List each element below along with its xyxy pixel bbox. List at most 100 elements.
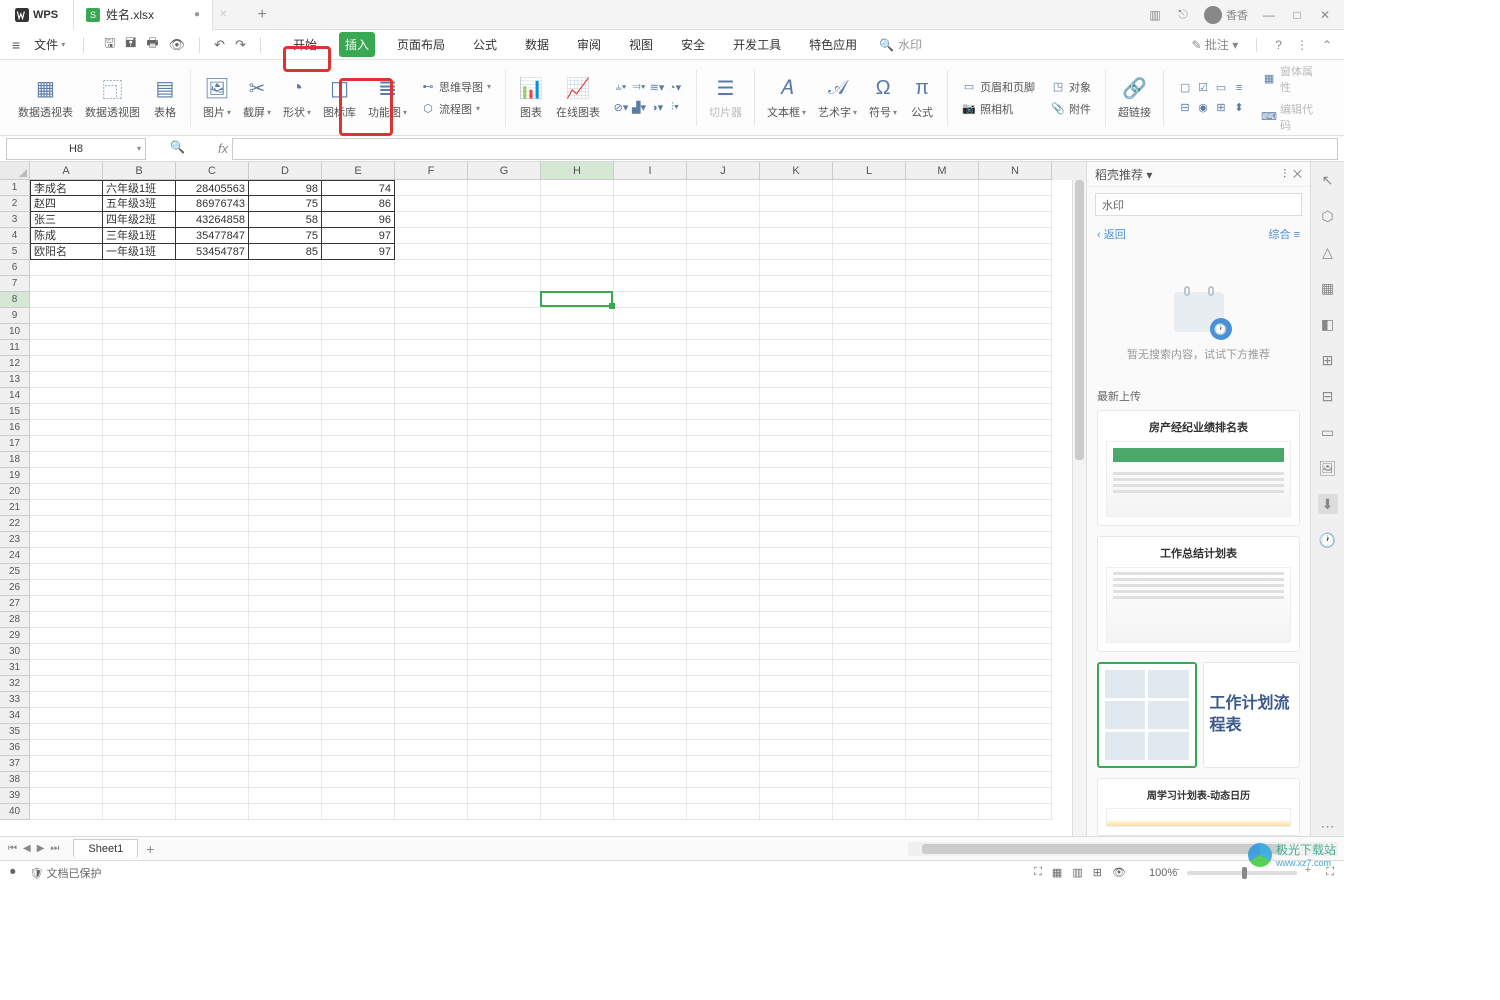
cell[interactable] bbox=[833, 276, 906, 292]
row-header[interactable]: 26 bbox=[0, 580, 30, 596]
spreadsheet-grid[interactable]: ABCDEFGHIJKLMN 1234567891011121314151617… bbox=[0, 162, 1086, 836]
equation-button[interactable]: π 公式 bbox=[903, 71, 941, 124]
cell[interactable] bbox=[322, 276, 395, 292]
cell[interactable] bbox=[468, 804, 541, 820]
cell[interactable] bbox=[249, 660, 322, 676]
cell[interactable] bbox=[468, 644, 541, 660]
row-header[interactable]: 5 bbox=[0, 244, 30, 260]
cell[interactable] bbox=[249, 452, 322, 468]
cell[interactable] bbox=[176, 356, 249, 372]
column-header[interactable]: J bbox=[687, 162, 760, 180]
cell[interactable] bbox=[541, 564, 614, 580]
cell[interactable] bbox=[687, 580, 760, 596]
cell[interactable] bbox=[30, 388, 103, 404]
cell[interactable] bbox=[30, 612, 103, 628]
cell[interactable] bbox=[541, 308, 614, 324]
cell[interactable] bbox=[687, 756, 760, 772]
cell[interactable] bbox=[687, 340, 760, 356]
cell[interactable] bbox=[833, 180, 906, 196]
cell[interactable] bbox=[249, 420, 322, 436]
cell[interactable] bbox=[760, 308, 833, 324]
shapes-button[interactable]: ◔ 形状▾ bbox=[277, 71, 317, 124]
cell[interactable] bbox=[322, 548, 395, 564]
row-header[interactable]: 32 bbox=[0, 676, 30, 692]
vertical-scrollbar[interactable] bbox=[1072, 180, 1086, 836]
cell[interactable] bbox=[249, 564, 322, 580]
cell[interactable] bbox=[760, 436, 833, 452]
cell[interactable] bbox=[541, 356, 614, 372]
cell[interactable] bbox=[176, 404, 249, 420]
cell[interactable] bbox=[30, 484, 103, 500]
template-card[interactable]: 房产经纪业绩排名表 bbox=[1097, 410, 1300, 526]
cell[interactable] bbox=[249, 740, 322, 756]
cell[interactable] bbox=[176, 340, 249, 356]
cell[interactable] bbox=[30, 708, 103, 724]
data-cell[interactable]: 李成名 bbox=[30, 180, 103, 196]
cell[interactable] bbox=[322, 500, 395, 516]
cell[interactable] bbox=[541, 788, 614, 804]
cell[interactable] bbox=[468, 228, 541, 244]
cell[interactable] bbox=[979, 548, 1052, 564]
cell[interactable] bbox=[395, 228, 468, 244]
row-header[interactable]: 8 bbox=[0, 292, 30, 308]
cell[interactable] bbox=[687, 436, 760, 452]
cell[interactable] bbox=[760, 260, 833, 276]
cell[interactable] bbox=[760, 404, 833, 420]
file-menu[interactable]: 文件 ▾ bbox=[28, 34, 71, 55]
cell[interactable] bbox=[176, 660, 249, 676]
cell[interactable] bbox=[906, 740, 979, 756]
cell[interactable] bbox=[541, 292, 614, 308]
column-header[interactable]: A bbox=[30, 162, 103, 180]
cell[interactable] bbox=[322, 324, 395, 340]
cell[interactable] bbox=[541, 372, 614, 388]
column-header[interactable]: B bbox=[103, 162, 176, 180]
cell[interactable] bbox=[322, 708, 395, 724]
cell[interactable] bbox=[395, 468, 468, 484]
cell[interactable] bbox=[249, 260, 322, 276]
doc-protected[interactable]: 🛡 文档已保护 bbox=[30, 865, 102, 881]
cell[interactable] bbox=[760, 740, 833, 756]
history-icon[interactable]: 🕐 bbox=[1318, 530, 1338, 550]
panel-search-input[interactable]: 水印 bbox=[1095, 193, 1302, 216]
template-card[interactable]: 工作总结计划表 bbox=[1097, 536, 1300, 652]
cell[interactable] bbox=[395, 180, 468, 196]
cell[interactable] bbox=[979, 676, 1052, 692]
cell[interactable] bbox=[833, 212, 906, 228]
cell[interactable] bbox=[614, 500, 687, 516]
row-header[interactable]: 39 bbox=[0, 788, 30, 804]
cell[interactable] bbox=[322, 308, 395, 324]
cell[interactable] bbox=[979, 276, 1052, 292]
print-icon[interactable]: 🖶 bbox=[146, 34, 158, 56]
cell[interactable] bbox=[614, 740, 687, 756]
cell[interactable] bbox=[395, 628, 468, 644]
cell[interactable] bbox=[322, 580, 395, 596]
cell[interactable] bbox=[614, 484, 687, 500]
cell[interactable] bbox=[760, 788, 833, 804]
cell[interactable] bbox=[614, 308, 687, 324]
cell[interactable] bbox=[687, 308, 760, 324]
cell[interactable] bbox=[395, 452, 468, 468]
property-icon[interactable]: △ bbox=[1318, 242, 1338, 262]
cell[interactable] bbox=[687, 772, 760, 788]
cell[interactable] bbox=[322, 804, 395, 820]
cell[interactable] bbox=[833, 788, 906, 804]
cell[interactable] bbox=[614, 324, 687, 340]
row-header[interactable]: 11 bbox=[0, 340, 30, 356]
cell[interactable] bbox=[760, 500, 833, 516]
note-icon[interactable]: ▭ bbox=[1318, 422, 1338, 442]
cell[interactable] bbox=[176, 756, 249, 772]
cell[interactable] bbox=[687, 356, 760, 372]
user-menu[interactable]: 香香 bbox=[1204, 6, 1248, 24]
row-header[interactable]: 25 bbox=[0, 564, 30, 580]
column-header[interactable]: G bbox=[468, 162, 541, 180]
cell[interactable] bbox=[176, 612, 249, 628]
cell[interactable] bbox=[760, 532, 833, 548]
template-card[interactable] bbox=[1097, 662, 1197, 768]
cell[interactable] bbox=[103, 676, 176, 692]
cell[interactable] bbox=[833, 516, 906, 532]
row-header[interactable]: 35 bbox=[0, 724, 30, 740]
column-header[interactable]: E bbox=[322, 162, 395, 180]
cell[interactable] bbox=[249, 756, 322, 772]
symbol-button[interactable]: Ω 符号▾ bbox=[863, 71, 903, 124]
data-cell[interactable]: 四年级2班 bbox=[103, 212, 176, 228]
